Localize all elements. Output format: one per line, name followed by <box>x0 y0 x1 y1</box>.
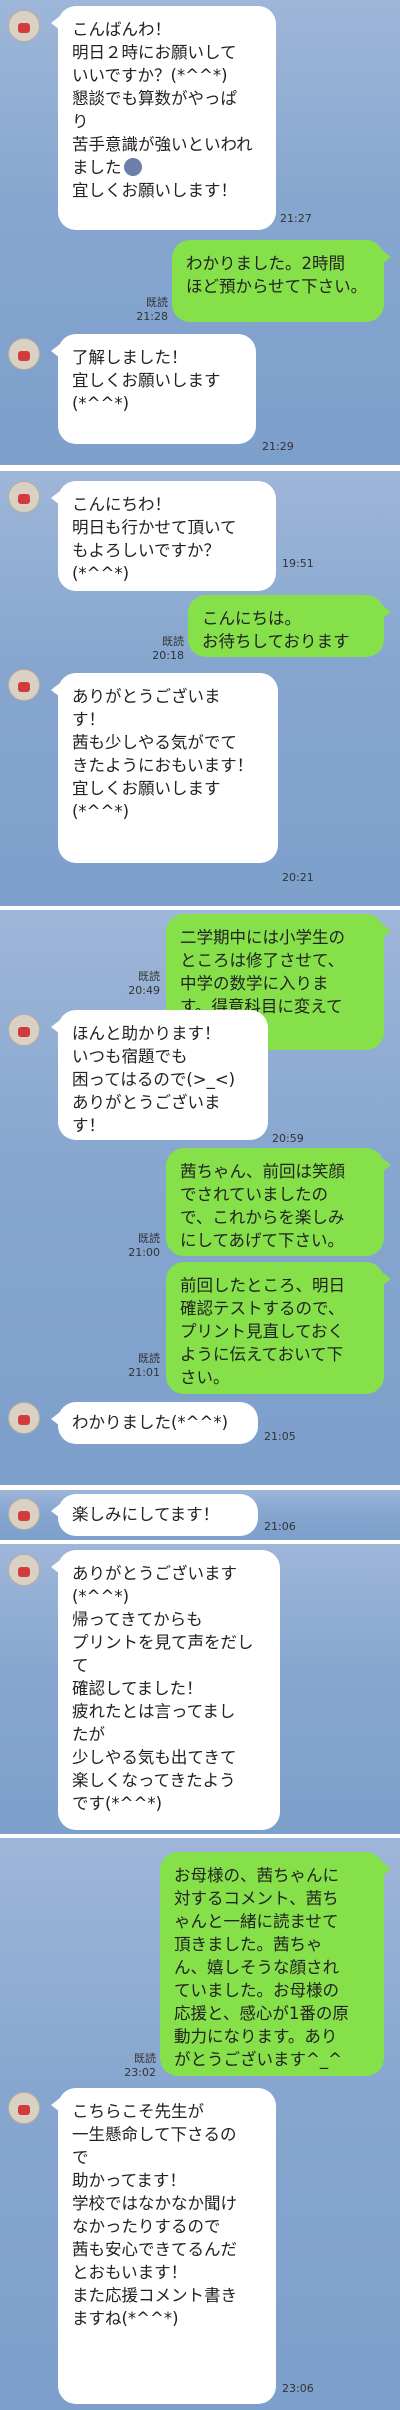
avatar[interactable] <box>8 10 40 42</box>
message-time: 21:27 <box>280 212 312 225</box>
read-receipt: 既読 <box>146 296 168 309</box>
incoming-message[interactable]: こんばんわ！ 明日２時にお願いして いいですか？(*^^*) 懇談でも算数がやっ… <box>51 6 276 230</box>
incoming-message[interactable]: 了解しました！ 宜しくお願いします (*^^*) <box>51 334 256 444</box>
incoming-message[interactable]: 楽しみにしてます！ <box>51 1494 258 1536</box>
avatar[interactable] <box>8 1014 40 1046</box>
avatar[interactable] <box>8 1498 40 1530</box>
avatar[interactable] <box>8 1402 40 1434</box>
avatar[interactable] <box>8 1554 40 1586</box>
message-text: 宜しくお願いします！ <box>72 181 237 200</box>
outgoing-message[interactable]: お母様の、茜ちゃんに 対するコメント、茜ち ゃんと一緒に読ませて 頂きました。茜… <box>160 1852 391 2076</box>
chat-panel-4[interactable]: 楽しみにしてます！ 21:06 <box>0 1490 400 1540</box>
outgoing-message[interactable]: 茜ちゃん、前回は笑顔 でされていましたの で、これからを楽しみ にしてあげて下さ… <box>166 1148 391 1256</box>
message-time: 21:06 <box>264 1520 296 1533</box>
chat-panel-3[interactable]: 二学期中には小学生の ところは修了させて、 中学の数学に入りま す。得意科目に変… <box>0 910 400 1485</box>
incoming-message[interactable]: ありがとうございま す！ 茜も少しやる気がでて きたようにおもいます！ 宜しくお… <box>51 673 278 863</box>
message-time: 20:59 <box>272 1132 304 1145</box>
message-time: 20:21 <box>282 871 314 884</box>
outgoing-message[interactable]: こんにちは。 お待ちしております <box>188 595 391 657</box>
outgoing-message[interactable]: わかりました。2時間 ほど預からせて下さい。 <box>172 240 391 322</box>
chat-panel-2[interactable]: こんにちわ！ 明日も行かせて頂いて もよろしいですか？ (*^^*) 19:51… <box>0 471 400 906</box>
message-time: 21:05 <box>264 1430 296 1443</box>
message-time: 21:00 <box>128 1246 160 1259</box>
message-time: 20:49 <box>128 984 160 997</box>
message-time: 23:06 <box>282 2382 314 2395</box>
chat-panel-5[interactable]: ありがとうございます (*^^*) 帰ってきてからも プリントを見て声をだし て… <box>0 1544 400 1834</box>
incoming-message[interactable]: こんにちわ！ 明日も行かせて頂いて もよろしいですか？ (*^^*) <box>51 481 276 591</box>
avatar[interactable] <box>8 481 40 513</box>
read-receipt: 既読 <box>134 2052 156 2065</box>
read-receipt: 既読 <box>138 1352 160 1365</box>
incoming-message[interactable]: ほんと助かります！ いつも宿題でも 困ってはるので(>_<) ありがとうございま… <box>51 1010 268 1140</box>
incoming-message[interactable]: わかりました(*^^*) <box>51 1402 258 1444</box>
read-receipt: 既読 <box>138 1232 160 1245</box>
nervous-face-emoji-icon <box>123 158 142 176</box>
incoming-message[interactable]: こちらこそ先生が 一生懸命して下さるの で 助かってます！ 学校ではなかなか聞け… <box>51 2088 276 2404</box>
chat-panel-6[interactable]: お母様の、茜ちゃんに 対するコメント、茜ち ゃんと一緒に読ませて 頂きました。茜… <box>0 1838 400 2410</box>
message-time: 20:18 <box>152 649 184 662</box>
chat-panel-1[interactable]: こんばんわ！ 明日２時にお願いして いいですか？(*^^*) 懇談でも算数がやっ… <box>0 0 400 465</box>
read-receipt: 既読 <box>138 970 160 983</box>
avatar[interactable] <box>8 669 40 701</box>
message-text: こんばんわ！ 明日２時にお願いして いいですか？(*^^*) 懇談でも算数がやっ… <box>72 20 253 177</box>
avatar[interactable] <box>8 338 40 370</box>
message-time: 23:02 <box>124 2066 156 2079</box>
read-receipt: 既読 <box>162 635 184 648</box>
message-time: 21:28 <box>136 310 168 323</box>
incoming-message[interactable]: ありがとうございます (*^^*) 帰ってきてからも プリントを見て声をだし て… <box>51 1550 280 1830</box>
outgoing-message[interactable]: 前回したところ、明日 確認テストするので、 プリント見直しておく ように伝えてお… <box>166 1262 391 1394</box>
message-time: 21:01 <box>128 1366 160 1379</box>
message-time: 19:51 <box>282 557 314 570</box>
message-time: 21:29 <box>262 440 294 453</box>
chat-screenshot-collage: こんばんわ！ 明日２時にお願いして いいですか？(*^^*) 懇談でも算数がやっ… <box>0 0 400 2410</box>
avatar[interactable] <box>8 2092 40 2124</box>
